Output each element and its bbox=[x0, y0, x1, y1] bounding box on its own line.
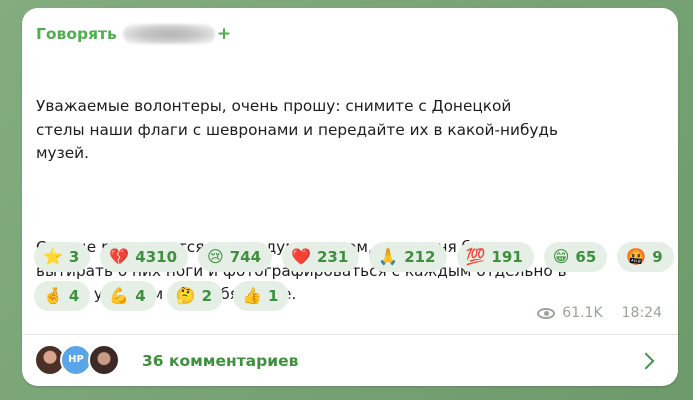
eye-icon bbox=[537, 307, 556, 319]
message-meta: 61.1K 18:24 bbox=[537, 305, 662, 321]
reaction-count: 3 bbox=[68, 248, 80, 266]
reaction-thinking-face[interactable]: 🤔 2 bbox=[166, 281, 224, 311]
reaction-count: 231 bbox=[316, 248, 349, 266]
reaction-grinning-face[interactable]: 😁 65 bbox=[543, 242, 608, 272]
reaction-hundred-points[interactable]: 💯 191 bbox=[456, 242, 534, 272]
reaction-folded-hands[interactable]: 🙏 212 bbox=[369, 242, 447, 272]
fingers-crossed-icon: 🤞 bbox=[43, 286, 63, 305]
hundred-points-icon: 💯 bbox=[465, 247, 486, 266]
reaction-count: 4 bbox=[68, 287, 80, 305]
thinking-face-icon: 🤔 bbox=[175, 286, 196, 305]
chevron-right-icon bbox=[637, 352, 655, 369]
reaction-flexed-arm[interactable]: 💪 4 bbox=[100, 281, 157, 311]
reaction-count: 4310 bbox=[135, 248, 178, 266]
redacted-name-blur bbox=[122, 24, 215, 44]
commenter-avatars: HP bbox=[34, 343, 134, 378]
comments-count-label: 36 комментариев bbox=[142, 351, 299, 370]
message-time: 18:24 bbox=[621, 305, 662, 321]
reaction-count: 4 bbox=[135, 287, 146, 305]
message-bubble: Говорять + Уважаемые волонтеры, очень пр… bbox=[22, 8, 678, 386]
avatar bbox=[88, 343, 120, 376]
star-icon: ⭐ bbox=[43, 247, 63, 266]
reaction-fingers-crossed[interactable]: 🤞 4 bbox=[34, 281, 91, 311]
reaction-count: 2 bbox=[201, 287, 213, 305]
reaction-count: 65 bbox=[575, 248, 597, 266]
reaction-count: 191 bbox=[491, 248, 523, 266]
sender-name-text: Говорять bbox=[36, 25, 117, 43]
reaction-count: 744 bbox=[229, 248, 262, 266]
flexed-arm-icon: 💪 bbox=[109, 286, 130, 305]
reaction-count: 212 bbox=[404, 248, 436, 266]
reaction-red-heart[interactable]: ❤️ 231 bbox=[282, 242, 360, 272]
broken-heart-icon: 💔 bbox=[109, 247, 130, 266]
folded-hands-icon: 🙏 bbox=[378, 247, 399, 266]
reaction-crying-face[interactable]: 😢 744 bbox=[198, 242, 273, 272]
reaction-cursing-face[interactable]: 🤬 9 bbox=[617, 242, 674, 272]
reaction-star[interactable]: ⭐ 3 bbox=[34, 242, 91, 272]
view-count: 61.1K bbox=[562, 305, 603, 321]
message-paragraph: Уважаемые волонтеры, очень прошу: снимит… bbox=[36, 97, 559, 162]
comments-button[interactable]: HP 36 комментариев bbox=[22, 335, 678, 386]
reaction-broken-heart[interactable]: 💔 4310 bbox=[100, 242, 189, 272]
reactions-bar: ⭐ 3 💔 4310 😢 744 ❤️ 231 🙏 212 💯 191 😁 65 🤬 9 🤞 4 💪 4 🤔 2 👍 1 bbox=[34, 242, 674, 311]
thumbs-up-icon: 👍 bbox=[242, 286, 262, 305]
sender-name[interactable]: Говорять + bbox=[36, 24, 231, 44]
reaction-thumbs-up[interactable]: 👍 1 bbox=[233, 281, 290, 311]
reaction-count: 1 bbox=[268, 287, 279, 305]
sender-suffix: + bbox=[216, 24, 232, 44]
crying-face-icon: 😢 bbox=[207, 247, 224, 266]
reaction-count: 9 bbox=[652, 248, 663, 266]
grinning-face-icon: 😁 bbox=[552, 247, 570, 266]
red-heart-icon: ❤️ bbox=[291, 247, 311, 266]
cursing-face-icon: 🤬 bbox=[626, 247, 647, 266]
